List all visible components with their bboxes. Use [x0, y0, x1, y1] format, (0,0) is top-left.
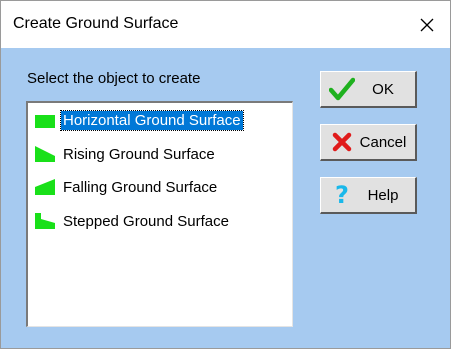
- rising-ground-icon: [35, 146, 55, 162]
- prompt-label: Select the object to create: [27, 70, 201, 87]
- list-item-label: Stepped Ground Surface: [63, 212, 229, 230]
- list-item-rising-ground-surface[interactable]: Rising Ground Surface: [34, 143, 217, 165]
- question-mark-icon: ?: [335, 181, 349, 209]
- horizontal-ground-icon: [35, 115, 55, 128]
- list-item-label: Rising Ground Surface: [63, 145, 215, 163]
- falling-ground-icon: [35, 179, 55, 195]
- list-item-horizontal-ground-surface[interactable]: Horizontal Ground Surface: [34, 109, 244, 131]
- create-ground-surface-dialog: Create Ground Surface Select the object …: [0, 0, 451, 349]
- ok-button[interactable]: OK: [320, 71, 417, 108]
- close-button[interactable]: [404, 1, 450, 48]
- cancel-button[interactable]: Cancel: [320, 124, 417, 161]
- list-item-stepped-ground-surface[interactable]: Stepped Ground Surface: [34, 210, 231, 232]
- stepped-ground-icon: [35, 213, 55, 229]
- window-title: Create Ground Surface: [13, 15, 179, 32]
- help-button-label: Help: [367, 186, 399, 204]
- list-item-label: Falling Ground Surface: [63, 178, 218, 196]
- close-icon: [420, 18, 434, 31]
- cancel-x-icon: [332, 132, 352, 152]
- ok-button-label: OK: [372, 80, 394, 98]
- title-bar[interactable]: Create Ground Surface: [1, 1, 450, 48]
- help-button[interactable]: ? Help: [320, 177, 417, 214]
- object-listbox[interactable]: Horizontal Ground Surface Rising Ground …: [26, 101, 293, 327]
- list-item-falling-ground-surface[interactable]: Falling Ground Surface: [34, 176, 219, 198]
- list-item-label: Horizontal Ground Surface: [60, 109, 244, 131]
- dialog-body: Select the object to create Horizontal G…: [1, 48, 450, 348]
- cancel-button-label: Cancel: [359, 133, 407, 151]
- checkmark-icon: [329, 77, 355, 101]
